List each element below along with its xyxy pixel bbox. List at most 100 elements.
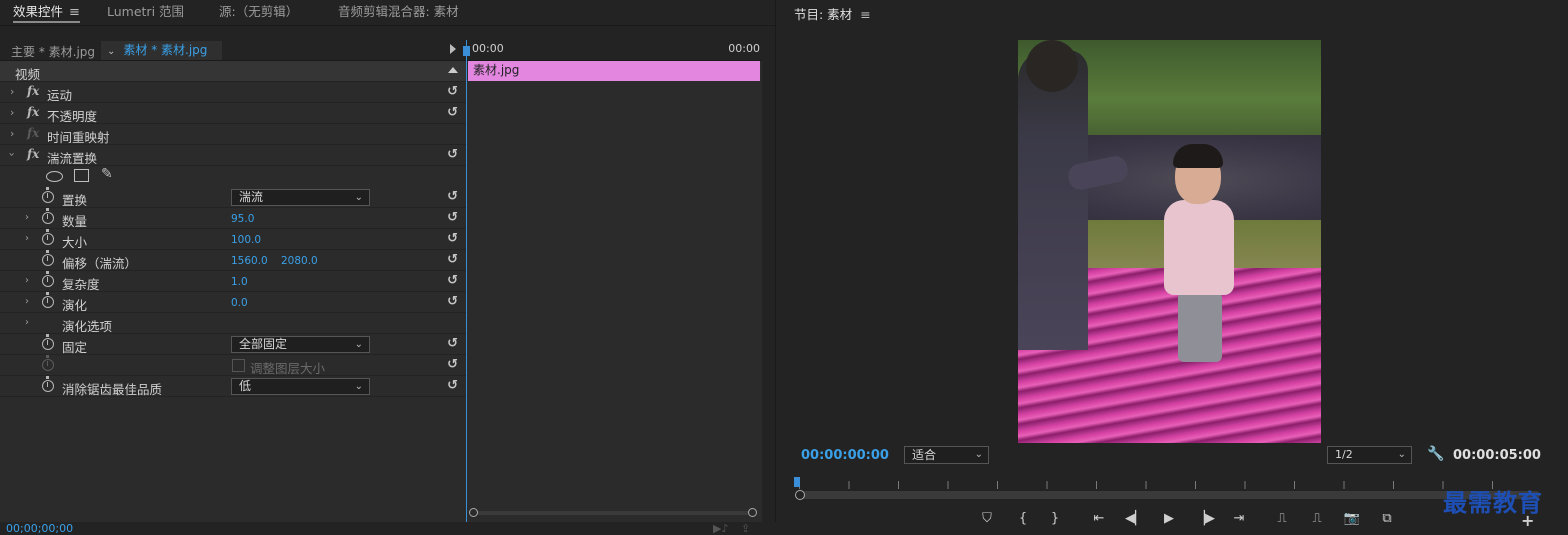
expand-arrow-icon[interactable]: › xyxy=(10,127,14,140)
monitor-playhead[interactable] xyxy=(794,477,800,487)
menu-icon[interactable]: ≡ xyxy=(69,5,80,20)
wrench-icon[interactable]: 🔧 xyxy=(1427,446,1444,462)
stopwatch-icon[interactable] xyxy=(42,187,54,203)
expand-arrow-icon[interactable]: › xyxy=(25,317,29,328)
tab-source[interactable]: 源:（无剪辑） xyxy=(219,3,298,23)
extract-icon[interactable]: ⎍ xyxy=(1308,511,1326,527)
program-viewer[interactable] xyxy=(779,26,1568,443)
tab-effect-controls[interactable]: 效果控件 ≡ xyxy=(13,3,80,23)
play-icon[interactable]: ▶ xyxy=(1160,511,1178,527)
pen-mask-icon[interactable]: ✎ xyxy=(101,166,113,182)
evolution-value[interactable]: 0.0 xyxy=(231,297,248,309)
expand-arrow-icon[interactable]: › xyxy=(25,275,29,286)
offset-x-value[interactable]: 1560.0 xyxy=(231,255,268,267)
stopwatch-icon[interactable] xyxy=(42,250,54,266)
lift-icon[interactable]: ⎍ xyxy=(1273,511,1291,527)
add-marker-icon[interactable]: ⛉ xyxy=(978,511,996,527)
stopwatch-icon[interactable] xyxy=(42,271,54,287)
add-button-icon[interactable]: + xyxy=(1521,511,1534,530)
stopwatch-icon[interactable] xyxy=(42,376,54,392)
tab-audio-clip-mixer[interactable]: 音频剪辑混合器: 素材 xyxy=(338,3,459,23)
step-forward-icon[interactable]: ▕▶ xyxy=(1195,511,1215,527)
timeline-zoom-scrollbar[interactable] xyxy=(466,506,762,518)
antialias-select[interactable]: 低 ⌄ xyxy=(231,378,370,395)
frame-child-hair xyxy=(1173,144,1223,168)
chevron-down-icon: ⌄ xyxy=(974,449,983,460)
stopwatch-icon[interactable] xyxy=(42,334,54,350)
resize-layer-label: 调整图层大小 xyxy=(250,361,326,376)
tab-lumetri-scopes[interactable]: Lumetri 范围 xyxy=(107,3,184,23)
video-section-header[interactable]: 视频 xyxy=(0,61,466,82)
reset-icon[interactable]: ↺ xyxy=(447,378,458,393)
reset-icon[interactable]: ↺ xyxy=(447,273,458,288)
effect-controls-timecode[interactable]: 00;00;00;00 xyxy=(6,522,73,535)
fx-toggle-icon[interactable]: fx xyxy=(27,147,39,161)
expand-arrow-icon[interactable]: › xyxy=(10,85,14,98)
scrollbar-track[interactable] xyxy=(474,511,752,515)
playhead-handle[interactable] xyxy=(463,46,470,56)
scrollbar-left-handle[interactable] xyxy=(469,508,478,517)
displacement-select[interactable]: 湍流 ⌄ xyxy=(231,189,370,206)
monitor-scrollbar[interactable] xyxy=(800,491,1540,499)
reset-icon[interactable]: ↺ xyxy=(447,294,458,309)
export-icon[interactable]: ⇪ xyxy=(741,522,750,535)
reset-icon[interactable]: ↺ xyxy=(447,336,458,351)
expand-arrow-icon[interactable]: › xyxy=(25,296,29,307)
go-to-in-icon[interactable]: ⇤ xyxy=(1090,511,1108,527)
sequence-clip-tab[interactable]: ⌄ 素材 * 素材.jpg xyxy=(101,41,222,60)
reset-icon[interactable]: ↺ xyxy=(447,210,458,225)
timeline-ruler[interactable]: 00:00 00:00 xyxy=(466,40,762,61)
playhead-timecode[interactable]: 00:00:00:00 xyxy=(801,448,889,463)
expand-arrow-icon[interactable]: › xyxy=(25,233,29,244)
amount-value[interactable]: 95.0 xyxy=(231,213,254,225)
offset-y-value[interactable]: 2080.0 xyxy=(281,255,318,267)
resize-layer-checkbox[interactable] xyxy=(232,359,245,372)
fx-toggle-icon[interactable]: fx xyxy=(27,84,39,98)
reset-icon[interactable]: ↺ xyxy=(447,231,458,246)
expanded-arrow-icon[interactable]: › xyxy=(6,152,19,156)
timeline-playhead[interactable] xyxy=(463,40,470,522)
clip-selector-bar: 主要 * 素材.jpg ⌄ 素材 * 素材.jpg xyxy=(0,40,466,61)
menu-icon[interactable]: ≡ xyxy=(860,7,870,22)
collapse-up-icon[interactable] xyxy=(448,67,458,73)
camera-icon[interactable]: 📷 xyxy=(1343,511,1361,527)
stopwatch-icon[interactable] xyxy=(42,208,54,224)
comparison-view-icon[interactable]: ⧉ xyxy=(1378,511,1396,527)
effect-row-opacity[interactable]: › fx 不透明度 ↺ xyxy=(0,103,466,124)
expand-arrow-icon[interactable]: › xyxy=(10,106,14,119)
reset-icon[interactable]: ↺ xyxy=(447,252,458,267)
go-to-out-icon[interactable]: ⇥ xyxy=(1230,511,1248,527)
step-back-icon[interactable]: ◀▏ xyxy=(1125,511,1145,527)
program-monitor-title[interactable]: 节目: 素材 ≡ xyxy=(794,4,871,23)
param-row-amount: › 数量 95.0 ↺ xyxy=(0,208,466,229)
master-clip-label[interactable]: 主要 * 素材.jpg xyxy=(11,43,95,60)
mark-out-icon[interactable]: } xyxy=(1046,511,1064,527)
pinning-select[interactable]: 全部固定 ⌄ xyxy=(231,336,370,353)
fx-toggle-icon[interactable]: fx xyxy=(27,105,39,119)
effect-row-turbulent-displace[interactable]: › fx 湍流置换 ↺ xyxy=(0,145,466,166)
scrollbar-right-handle[interactable] xyxy=(748,508,757,517)
reset-icon[interactable]: ↺ xyxy=(447,147,458,162)
reset-icon[interactable]: ↺ xyxy=(447,189,458,204)
expand-arrow-icon[interactable]: › xyxy=(25,212,29,223)
playback-resolution-select[interactable]: 1/2 ⌄ xyxy=(1327,446,1412,464)
stopwatch-icon[interactable] xyxy=(42,229,54,245)
reset-icon[interactable]: ↺ xyxy=(447,84,458,99)
effect-row-time-remap[interactable]: › fx 时间重映射 xyxy=(0,124,466,145)
mark-in-icon[interactable]: { xyxy=(1014,511,1032,527)
effect-row-motion[interactable]: › fx 运动 ↺ xyxy=(0,82,466,103)
monitor-scrollbar-handle[interactable] xyxy=(795,490,805,500)
monitor-time-ruler[interactable] xyxy=(793,475,1553,501)
complexity-value[interactable]: 1.0 xyxy=(231,276,248,288)
rectangle-mask-icon[interactable] xyxy=(74,169,89,182)
reset-icon[interactable]: ↺ xyxy=(447,105,458,120)
ellipse-mask-icon[interactable] xyxy=(46,171,63,182)
size-value[interactable]: 100.0 xyxy=(231,234,261,246)
audio-play-icon[interactable]: ▶♪ xyxy=(713,522,728,535)
timeline-clip[interactable]: 素材.jpg xyxy=(468,61,760,81)
show-timeline-toggle-icon[interactable] xyxy=(450,44,456,54)
zoom-fit-select[interactable]: 适合 ⌄ xyxy=(904,446,989,464)
frame-adult-figure xyxy=(1018,50,1088,350)
stopwatch-icon[interactable] xyxy=(42,292,54,308)
reset-icon[interactable]: ↺ xyxy=(447,357,458,372)
